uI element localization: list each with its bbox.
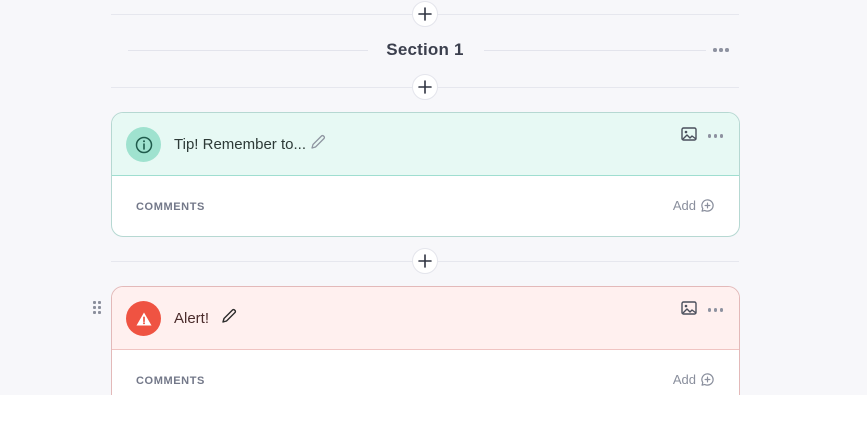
alert-card-title[interactable]: Alert! bbox=[174, 310, 209, 327]
comments-label: COMMENTS bbox=[136, 375, 205, 387]
section-line-left bbox=[128, 50, 368, 51]
alert-card-comments: COMMENTS Add bbox=[112, 350, 739, 395]
add-block-button[interactable] bbox=[412, 1, 438, 27]
card-more-options-button[interactable] bbox=[706, 132, 726, 140]
info-badge bbox=[126, 127, 161, 162]
comment-add-icon bbox=[701, 199, 714, 212]
tip-card-comments: COMMENTS Add bbox=[112, 176, 739, 236]
pencil-icon[interactable] bbox=[220, 307, 238, 325]
info-icon bbox=[135, 136, 152, 153]
tip-card: Tip! Remember to... COMMENTS Add bbox=[111, 112, 740, 237]
image-icon[interactable] bbox=[681, 127, 697, 141]
section-more-options-button[interactable] bbox=[711, 46, 731, 54]
add-comment-button[interactable]: Add bbox=[673, 372, 715, 387]
warning-icon bbox=[136, 312, 151, 325]
add-comment-label: Add bbox=[672, 372, 696, 387]
pencil-icon[interactable] bbox=[309, 133, 327, 151]
plus-icon bbox=[418, 80, 432, 94]
image-icon[interactable] bbox=[681, 301, 697, 315]
tip-card-header: Tip! Remember to... bbox=[112, 113, 739, 176]
add-comment-button[interactable]: Add bbox=[673, 198, 715, 213]
plus-icon bbox=[418, 7, 432, 21]
plus-icon bbox=[418, 254, 432, 268]
warning-badge bbox=[126, 301, 161, 336]
section-title[interactable]: Section 1 bbox=[374, 40, 476, 60]
alert-card: Alert! COMMENTS Add bbox=[111, 286, 740, 395]
add-block-button[interactable] bbox=[412, 248, 438, 274]
comment-add-icon bbox=[701, 373, 714, 386]
section-line-right bbox=[484, 50, 706, 51]
card-more-options-button[interactable] bbox=[706, 306, 726, 314]
drag-handle-icon[interactable] bbox=[93, 301, 101, 314]
comments-label: COMMENTS bbox=[136, 201, 205, 213]
editor-canvas: Section 1 Tip! Remember to... COMMENTS A… bbox=[0, 0, 867, 395]
alert-card-header: Alert! bbox=[112, 287, 739, 350]
add-comment-label: Add bbox=[672, 198, 696, 213]
add-block-button[interactable] bbox=[412, 74, 438, 100]
tip-card-title[interactable]: Tip! Remember to... bbox=[174, 136, 306, 153]
